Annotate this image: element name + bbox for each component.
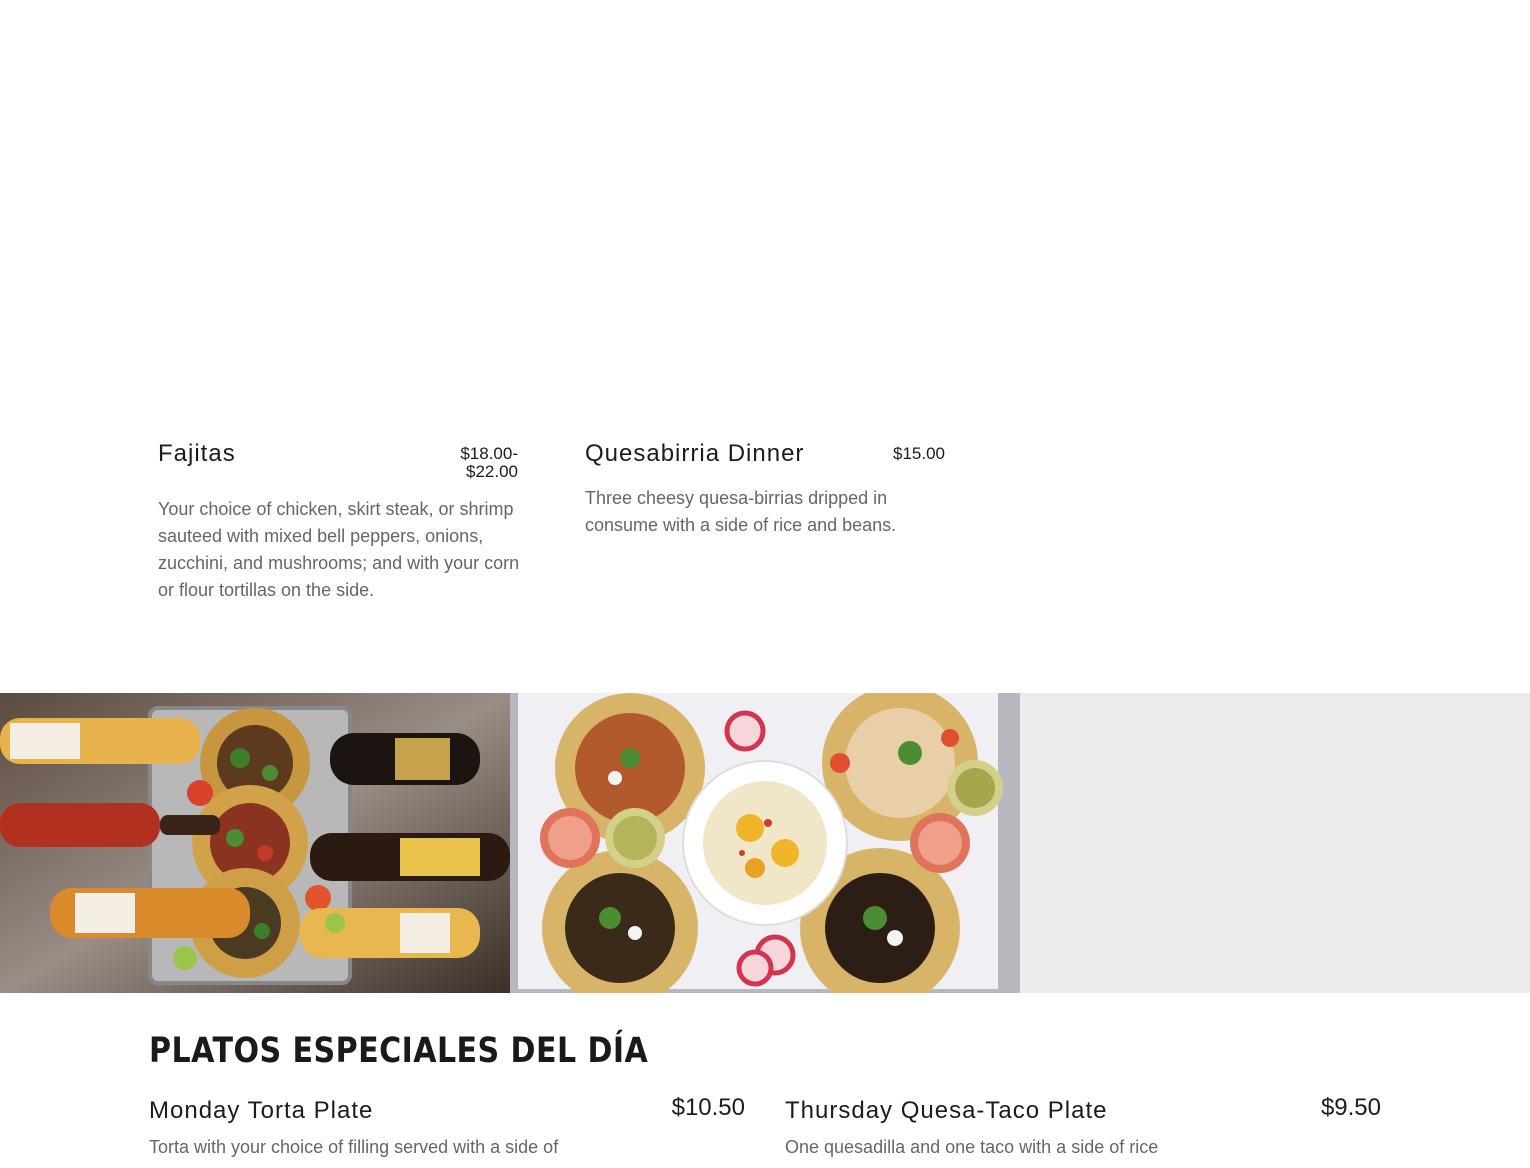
special-name: Monday Torta Plate bbox=[149, 1097, 374, 1124]
item-price: $15.00 bbox=[893, 444, 945, 463]
item-price: $18.00- $22.00 bbox=[418, 445, 518, 481]
tacos-with-beers-photo bbox=[0, 693, 510, 993]
special-description: One quesadilla and one taco with a side … bbox=[785, 1137, 1159, 1157]
price-line: $18.00- bbox=[460, 444, 518, 463]
item-name: Quesabirria Dinner bbox=[585, 440, 805, 467]
photo-illustration bbox=[510, 693, 1020, 993]
photo-placeholder bbox=[1020, 693, 1530, 993]
price-line: $22.00 bbox=[466, 462, 518, 481]
item-name: Fajitas bbox=[158, 440, 236, 467]
photo-illustration bbox=[0, 693, 510, 993]
special-price: $9.50 bbox=[1320, 1094, 1381, 1121]
item-description: Three cheesy quesa-birrias dripped in co… bbox=[585, 488, 897, 535]
special-description: Torta with your choice of filling served… bbox=[149, 1137, 559, 1157]
tacos-with-elote-photo bbox=[510, 693, 1020, 993]
special-name: Thursday Quesa-Taco Plate bbox=[785, 1097, 1108, 1124]
section-title: PLATOS ESPECIALES DEL DÍA bbox=[149, 1031, 649, 1071]
special-price: $10.50 bbox=[671, 1094, 745, 1121]
item-description: Your choice of chicken, skirt steak, or … bbox=[158, 499, 520, 600]
